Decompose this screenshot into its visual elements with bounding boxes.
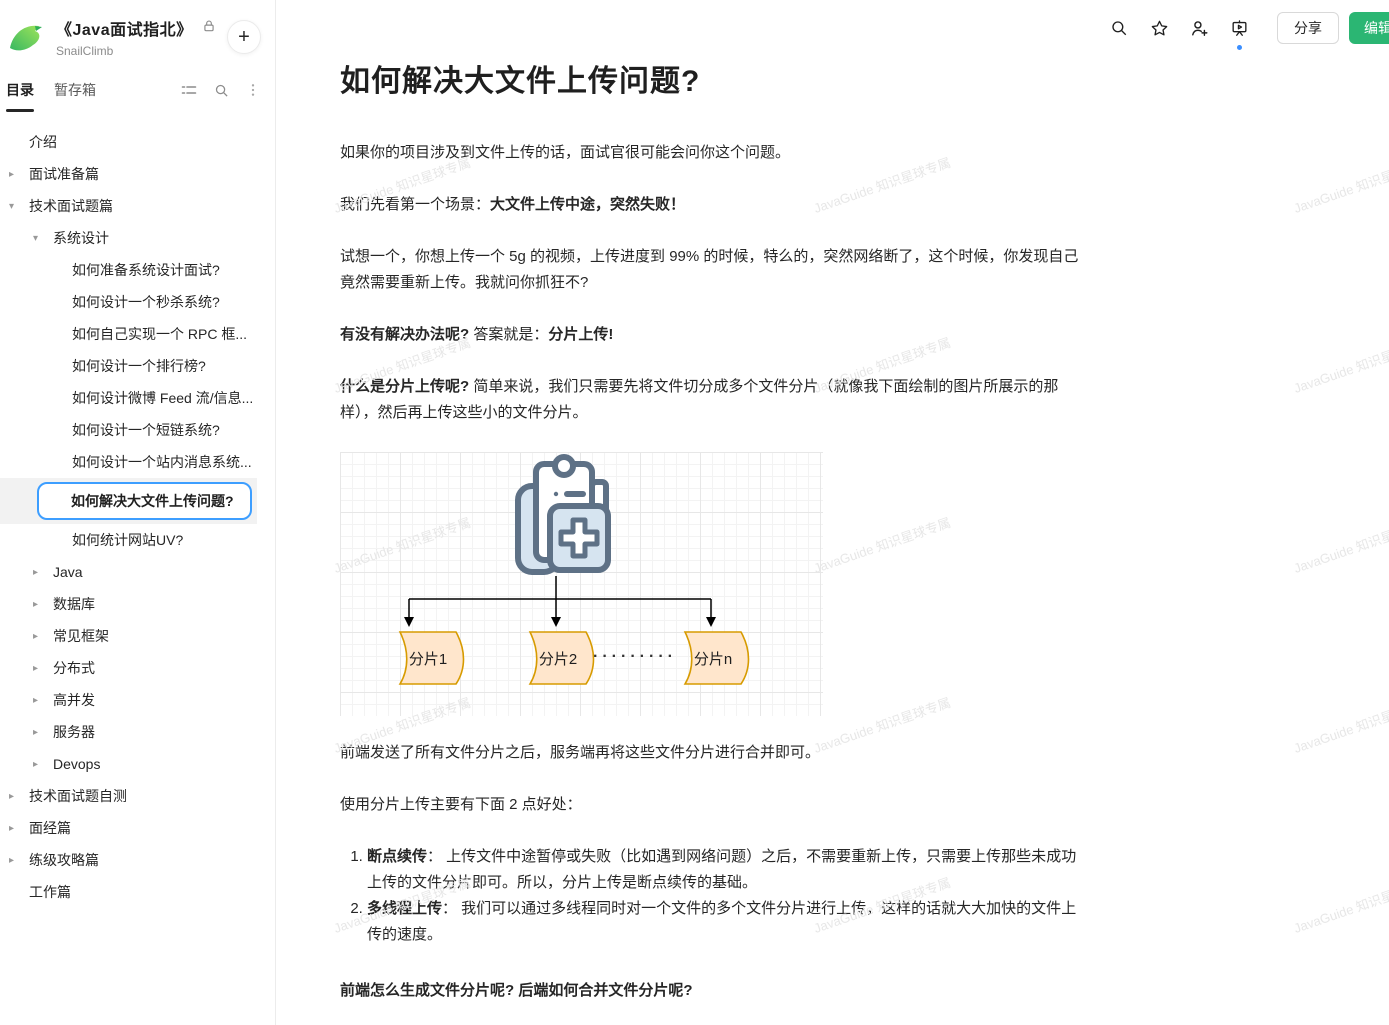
toc-tree: 介绍 ▸面试准备篇 ▾技术面试题篇 ▾系统设计 如何准备系统设计面试? 如何设计… [0,112,275,1025]
top-actions: 分享 编辑 [1103,12,1389,44]
chunk-label: 分片1 [409,651,447,668]
tree-item[interactable]: 如何设计微博 Feed 流/信息... [0,382,275,414]
chevron-right-icon[interactable]: ▸ [33,727,53,738]
chevron-right-icon[interactable]: ▸ [33,631,53,642]
yuque-bird-logo [6,18,46,58]
tree-item[interactable]: ▸Java [0,556,275,588]
tree-item[interactable]: 介绍 [0,126,275,158]
watermark: JavaGuide 知识星球专属 [1291,332,1389,397]
file-chunking-image[interactable]: 分片1 分片2 分片n ········· [340,452,823,716]
presentation-icon [1230,19,1249,38]
tree-item[interactable]: 如何设计一个站内消息系统... [0,446,275,478]
paragraph: 什么是分片上传呢? 简单来说，我们只需要先将文件切分成多个文件分片（就像我下面绘… [340,374,1085,426]
tab-toc[interactable]: 目录 [6,68,34,112]
tree-item[interactable]: 如何统计网站UV? [0,524,275,556]
connector-arrows [409,576,711,618]
ellipsis-dots: ········· [593,648,677,665]
tree-item[interactable]: ▸数据库 [0,588,275,620]
tree-item[interactable]: ▸面试准备篇 [0,158,275,190]
paragraph: 使用分片上传主要有下面 2 点好处： [340,792,1085,818]
chevron-down-icon[interactable]: ▾ [33,233,53,244]
share-button[interactable]: 分享 [1277,12,1339,44]
search-icon [1110,19,1128,37]
book-header: 《Java面试指北》 SnailClimb + [0,0,275,68]
paragraph: 前端发送了所有文件分片之后，服务端再将这些文件分片进行合并即可。 [340,740,1085,766]
tree-item[interactable]: 如何设计一个排行榜? [0,350,275,382]
sidebar-tabs: 目录 暂存箱 [0,68,275,112]
chevron-down-icon[interactable]: ▾ [9,201,29,212]
tree-item[interactable]: ▸常见框架 [0,620,275,652]
benefits-list: 断点续传： 上传文件中途暂停或失败（比如遇到网络问题）之后，不需要重新上传，只需… [340,844,1085,948]
tree-item[interactable]: 如何设计一个秒杀系统? [0,286,275,318]
tree-item[interactable]: ▾系统设计 [0,222,275,254]
tree-item[interactable]: 如何自己实现一个 RPC 框... [0,318,275,350]
favorite-button[interactable] [1143,12,1175,44]
tree-item[interactable]: ▸面经篇 [0,812,275,844]
main-area: JavaGuide 知识星球专属 JavaGuide 知识星球专属 JavaGuid… [276,0,1389,1025]
tree-item[interactable]: 如何准备系统设计面试? [0,254,275,286]
tree-item[interactable]: ▸服务器 [0,716,275,748]
add-doc-button[interactable]: + [227,20,261,54]
chevron-right-icon[interactable]: ▸ [9,169,29,180]
present-button[interactable] [1223,12,1255,44]
chevron-right-icon[interactable]: ▸ [33,663,53,674]
invite-button[interactable] [1183,12,1215,44]
chunk-label: 分片n [694,651,732,668]
tree-item[interactable]: ▸分布式 [0,652,275,684]
tree-item[interactable]: ▸Devops [0,748,275,780]
tree-item[interactable]: ▸高并发 [0,684,275,716]
file-add-icon [518,457,608,572]
plus-icon: + [238,26,250,49]
tree-item[interactable]: 如何设计一个短链系统? [0,414,275,446]
paragraph: 试想一个，你想上传一个 5g 的视频，上传进度到 99% 的时候，特么的，突然网… [340,244,1085,296]
watermark: JavaGuide 知识星球专属 [1291,872,1389,937]
chunk-label: 分片2 [539,651,577,668]
watermark: JavaGuide 知识星球专属 [1291,512,1389,577]
chevron-right-icon[interactable]: ▸ [9,823,29,834]
person-add-icon [1190,19,1209,38]
page-title: 如何解决大文件上传问题? [340,60,1085,104]
tree-item[interactable]: ▸练级攻略篇 [0,844,275,876]
tree-item[interactable]: ▾技术面试题篇 [0,190,275,222]
tree-item[interactable]: 工作篇 [0,876,275,908]
chevron-right-icon[interactable]: ▸ [33,599,53,610]
active-item-highlight[interactable]: 如何解决大文件上传问题? [37,482,252,520]
chevron-right-icon[interactable]: ▸ [33,695,53,706]
list-item: 多线程上传： 我们可以通过多线程同时对一个文件的多个文件分片进行上传，这样的话就… [367,896,1085,948]
notification-dot [1237,45,1242,50]
sidebar-search-icon[interactable] [213,82,229,98]
chevron-right-icon[interactable]: ▸ [9,855,29,866]
watermark: JavaGuide 知识星球专属 [1291,692,1389,757]
app: 《Java面试指北》 SnailClimb + 目录 暂存箱 [0,0,1389,1025]
book-title: 《Java面试指北》 [56,16,193,40]
outline-list-icon[interactable] [181,82,197,98]
paragraph: 如果你的项目涉及到文件上传的话，面试官很可能会问你这个问题。 [340,140,1085,166]
lock-icon [202,19,216,38]
chevron-right-icon[interactable]: ▸ [9,791,29,802]
edit-button[interactable]: 编辑 [1349,12,1389,44]
paragraph: 我们先看第一个场景：大文件上传中途，突然失败！ [340,192,1085,218]
paragraph: 前端怎么生成文件分片呢? 后端如何合并文件分片呢? [340,978,1085,1004]
watermark: JavaGuide 知识星球专属 [1291,152,1389,217]
tree-item-active[interactable]: 如何解决大文件上传问题? [0,478,257,524]
tree-item[interactable]: ▸技术面试题自测 [0,780,275,812]
sidebar: 《Java面试指北》 SnailClimb + 目录 暂存箱 [0,0,276,1025]
tab-drafts[interactable]: 暂存箱 [54,68,96,112]
document-body: 如何解决大文件上传问题? 如果你的项目涉及到文件上传的话，面试官很可能会问你这个… [340,0,1085,1004]
book-author: SnailClimb [56,44,216,58]
star-icon [1150,19,1169,38]
list-item: 断点续传： 上传文件中途暂停或失败（比如遇到网络问题）之后，不需要重新上传，只需… [367,844,1085,896]
more-vertical-icon[interactable] [245,82,261,98]
chevron-right-icon[interactable]: ▸ [33,567,53,578]
search-button[interactable] [1103,12,1135,44]
paragraph: 有没有解决办法呢? 答案就是：分片上传! [340,322,1085,348]
chevron-right-icon[interactable]: ▸ [33,759,53,770]
